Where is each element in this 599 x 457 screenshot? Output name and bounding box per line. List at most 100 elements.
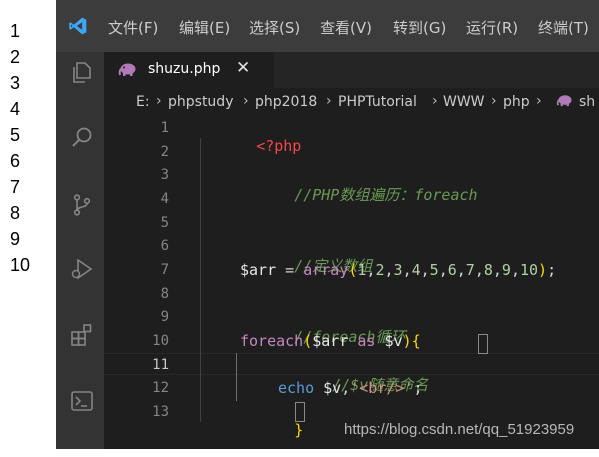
php-open-tag: <?php xyxy=(256,137,301,155)
code-number: 5 xyxy=(430,261,439,279)
code-number: 8 xyxy=(484,261,493,279)
output-line: 2 xyxy=(10,47,20,67)
editor-tab-strip: shuzu.php ✕ xyxy=(104,52,599,88)
code-brace: { xyxy=(412,332,421,350)
tab-label: shuzu.php xyxy=(148,61,220,77)
line-number: 7 xyxy=(119,262,169,278)
code-variable: $v xyxy=(385,332,403,350)
close-icon[interactable]: ✕ xyxy=(236,58,250,78)
breadcrumb-item[interactable]: E: xyxy=(136,94,150,110)
line-number-active: 11 xyxy=(119,357,169,373)
source-control-icon[interactable] xyxy=(70,193,94,217)
code-brace: } xyxy=(294,421,303,439)
line-number: 8 xyxy=(119,286,169,302)
activity-bar xyxy=(56,52,104,449)
code-string: '<br/>' xyxy=(350,379,413,397)
code-paren: ) xyxy=(538,261,547,279)
watermark: https://blog.csdn.net/qq_51923959 xyxy=(344,421,574,438)
vscode-window: 文件(F) 编辑(E) 选择(S) 查看(V) 转到(G) 运行(R) 终端(T… xyxy=(56,0,599,449)
code-paren: ( xyxy=(303,332,312,350)
breadcrumb-item[interactable]: php xyxy=(503,94,530,110)
chevron-right-icon: › xyxy=(432,93,438,109)
line-number: 10 xyxy=(119,333,169,349)
code-editor[interactable]: 1 2 3 4 5 6 7 8 9 10 11 12 13 <?php //PH… xyxy=(104,116,599,449)
code-keyword: echo xyxy=(278,379,314,397)
browser-output-pane: 1 2 3 4 5 6 7 8 9 10 xyxy=(0,0,56,449)
output-line: 9 xyxy=(10,229,20,249)
output-line: 4 xyxy=(10,99,20,119)
code-line-12: echo $v,'<br/>'; xyxy=(278,379,423,397)
menu-run[interactable]: 运行(R) xyxy=(466,17,518,38)
code-keyword: foreach xyxy=(240,332,303,350)
code-variable: $arr xyxy=(240,261,276,279)
code-paren: ) xyxy=(403,332,412,350)
code-line-7: $arr = array(1,2,3,4,5,6,7,8,9,10); xyxy=(240,261,556,279)
output-line: 7 xyxy=(10,177,20,197)
code-number: 3 xyxy=(394,261,403,279)
php-elephant-icon xyxy=(118,61,138,77)
line-number: 2 xyxy=(119,144,169,160)
code-variable: $arr xyxy=(312,332,348,350)
line-number: 9 xyxy=(119,309,169,325)
breadcrumb: E: › phpstudy › php2018 › PHPTutorial › … xyxy=(104,90,599,116)
output-line: 8 xyxy=(10,203,20,223)
code-number: 10 xyxy=(520,261,538,279)
indent-guide xyxy=(200,138,201,422)
breadcrumb-item[interactable]: sh xyxy=(579,94,595,110)
breadcrumb-item[interactable]: php2018 xyxy=(255,94,317,110)
output-line: 3 xyxy=(10,73,20,93)
bracket-match xyxy=(478,334,488,354)
remote-terminal-icon[interactable] xyxy=(70,389,94,413)
code-semicolon: ; xyxy=(413,379,422,397)
menu-view[interactable]: 查看(V) xyxy=(320,17,372,38)
indent-guide-active xyxy=(236,353,237,401)
line-number: 4 xyxy=(119,191,169,207)
code-variable: $v xyxy=(314,379,341,397)
line-number: 5 xyxy=(119,215,169,231)
code-keyword: as xyxy=(348,332,384,350)
code-comment: //PHP数组遍历：foreach xyxy=(294,186,477,204)
explorer-icon[interactable] xyxy=(70,60,94,84)
menu-edit[interactable]: 编辑(E) xyxy=(179,17,230,38)
breadcrumb-item[interactable]: PHPTutorial xyxy=(338,94,417,110)
line-number: 12 xyxy=(119,380,169,396)
code-operator: = xyxy=(276,261,303,279)
chevron-right-icon: › xyxy=(326,93,332,109)
code-number: 7 xyxy=(466,261,475,279)
code-number: 9 xyxy=(502,261,511,279)
chevron-right-icon: › xyxy=(536,93,542,109)
code-number: 6 xyxy=(448,261,457,279)
breadcrumb-item[interactable]: WWW xyxy=(443,94,485,110)
menu-selection[interactable]: 选择(S) xyxy=(249,17,300,38)
line-number: 3 xyxy=(119,167,169,183)
extensions-icon[interactable] xyxy=(70,323,94,347)
menu-terminal[interactable]: 终端(T) xyxy=(538,17,589,38)
output-line: 1 xyxy=(10,21,20,41)
code-line-3: //PHP数组遍历：foreach xyxy=(240,166,478,223)
code-semicolon: ; xyxy=(547,261,556,279)
php-elephant-icon xyxy=(556,93,574,111)
run-debug-icon[interactable] xyxy=(70,257,94,281)
code-line-10: foreach($arr as $v){ xyxy=(240,332,421,350)
code-comma: , xyxy=(341,379,350,397)
menu-file[interactable]: 文件(F) xyxy=(108,17,158,38)
output-line: 6 xyxy=(10,151,20,171)
line-number: 1 xyxy=(119,120,169,136)
output-line: 5 xyxy=(10,125,20,145)
code-number: 2 xyxy=(375,261,384,279)
menu-go[interactable]: 转到(G) xyxy=(393,17,446,38)
code-function: array xyxy=(303,261,348,279)
vscode-logo-icon xyxy=(68,16,88,36)
breadcrumb-item[interactable]: phpstudy xyxy=(168,94,233,110)
line-number: 6 xyxy=(119,238,169,254)
chevron-right-icon: › xyxy=(156,93,162,109)
search-icon[interactable] xyxy=(70,125,94,149)
code-line-1: <?php xyxy=(202,119,301,173)
tab-shuzu-php[interactable]: shuzu.php ✕ xyxy=(104,52,274,88)
line-number: 13 xyxy=(119,404,169,420)
chevron-right-icon: › xyxy=(243,93,249,109)
code-number: 4 xyxy=(412,261,421,279)
chevron-right-icon: › xyxy=(491,93,497,109)
output-line: 10 xyxy=(10,255,30,275)
title-bar: 文件(F) 编辑(E) 选择(S) 查看(V) 转到(G) 运行(R) 终端(T… xyxy=(56,0,599,52)
